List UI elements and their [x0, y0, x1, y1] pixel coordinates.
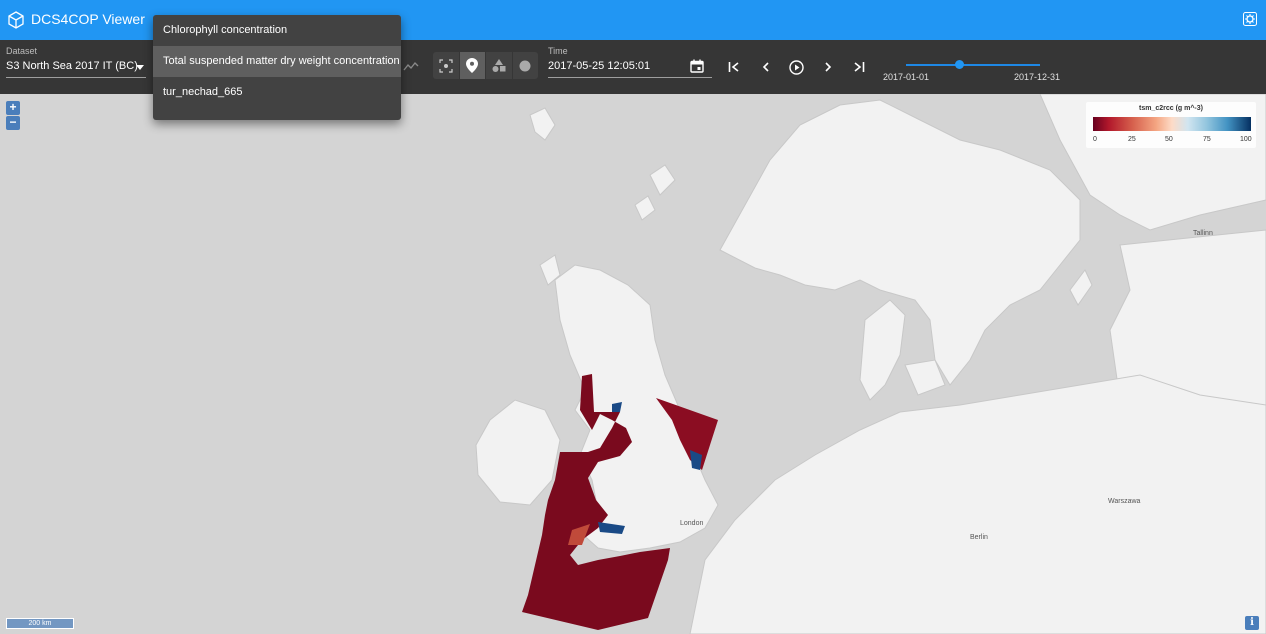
first-step-button[interactable] — [725, 58, 743, 76]
variable-menu: Chlorophyll concentration Total suspende… — [153, 15, 401, 120]
calendar-icon[interactable] — [690, 59, 704, 73]
legend-tick: 100 — [1240, 136, 1252, 143]
place-label: Tallinn — [1193, 230, 1213, 237]
legend-tick: 25 — [1128, 136, 1136, 143]
circle-tool-button[interactable] — [513, 52, 539, 79]
settings-icon[interactable] — [1243, 12, 1257, 26]
app-title: DCS4COP Viewer — [31, 11, 145, 27]
dataset-underline — [6, 77, 146, 78]
previous-step-button[interactable] — [757, 58, 775, 76]
place-label: Berlin — [970, 534, 988, 541]
time-underline — [548, 77, 712, 78]
scale-bar: 200 km — [6, 618, 74, 629]
menu-item-chlorophyll[interactable]: Chlorophyll concentration — [153, 15, 401, 46]
time-input[interactable]: 2017-05-25 12:05:01 — [548, 60, 650, 72]
time-slider-track[interactable] — [906, 64, 1040, 66]
legend-tick: 50 — [1165, 136, 1173, 143]
next-step-button[interactable] — [819, 58, 837, 76]
color-legend: tsm_c2rcc (g m^-3) 0 25 50 75 100 — [1086, 102, 1256, 148]
place-label: Warszawa — [1108, 498, 1141, 505]
menu-item-tsm[interactable]: Total suspended matter dry weight concen… — [153, 46, 401, 77]
dataset-select[interactable]: S3 North Sea 2017 IT (BC) — [6, 60, 138, 72]
legend-tick: 75 — [1203, 136, 1211, 143]
point-tool-button[interactable] — [459, 52, 486, 79]
zoom-out-button[interactable]: − — [6, 116, 20, 130]
time-label: Time — [548, 46, 568, 56]
zoom-in-button[interactable]: + — [6, 101, 20, 115]
place-label: London — [680, 520, 704, 527]
map-pin-icon — [466, 58, 479, 73]
time-range-start: 2017-01-01 — [883, 72, 930, 82]
colorbar — [1093, 117, 1251, 131]
tsm-data-overlay — [522, 374, 718, 630]
select-region-icon — [439, 58, 453, 73]
shapes-icon — [492, 59, 506, 72]
map-view[interactable]: Warszawa Berlin Tallinn London — [0, 94, 1266, 634]
dataset-label: Dataset — [6, 46, 38, 56]
chevron-right-icon — [825, 62, 832, 72]
chevron-down-icon[interactable] — [136, 65, 144, 70]
cube-logo-icon — [8, 11, 24, 29]
circle-icon — [519, 60, 531, 71]
play-button[interactable] — [787, 58, 805, 76]
place-tool-group — [433, 52, 538, 79]
select-tool-button[interactable] — [433, 52, 460, 79]
skip-first-icon — [728, 62, 739, 72]
chevron-left-icon — [762, 62, 769, 72]
time-range-end: 2017-12-31 — [1014, 72, 1061, 82]
time-slider-thumb[interactable] — [955, 60, 964, 69]
polygon-tool-button[interactable] — [486, 52, 513, 79]
legend-title: tsm_c2rcc (g m^-3) — [1138, 105, 1203, 112]
info-icon[interactable]: i — [1245, 616, 1259, 630]
time-series-icon[interactable] — [403, 60, 419, 72]
menu-item-turbidity[interactable]: tur_nechad_665 — [153, 77, 401, 108]
last-step-button[interactable] — [850, 58, 868, 76]
play-circle-icon — [788, 59, 804, 75]
skip-last-icon — [854, 62, 865, 72]
legend-tick: 0 — [1093, 136, 1097, 143]
